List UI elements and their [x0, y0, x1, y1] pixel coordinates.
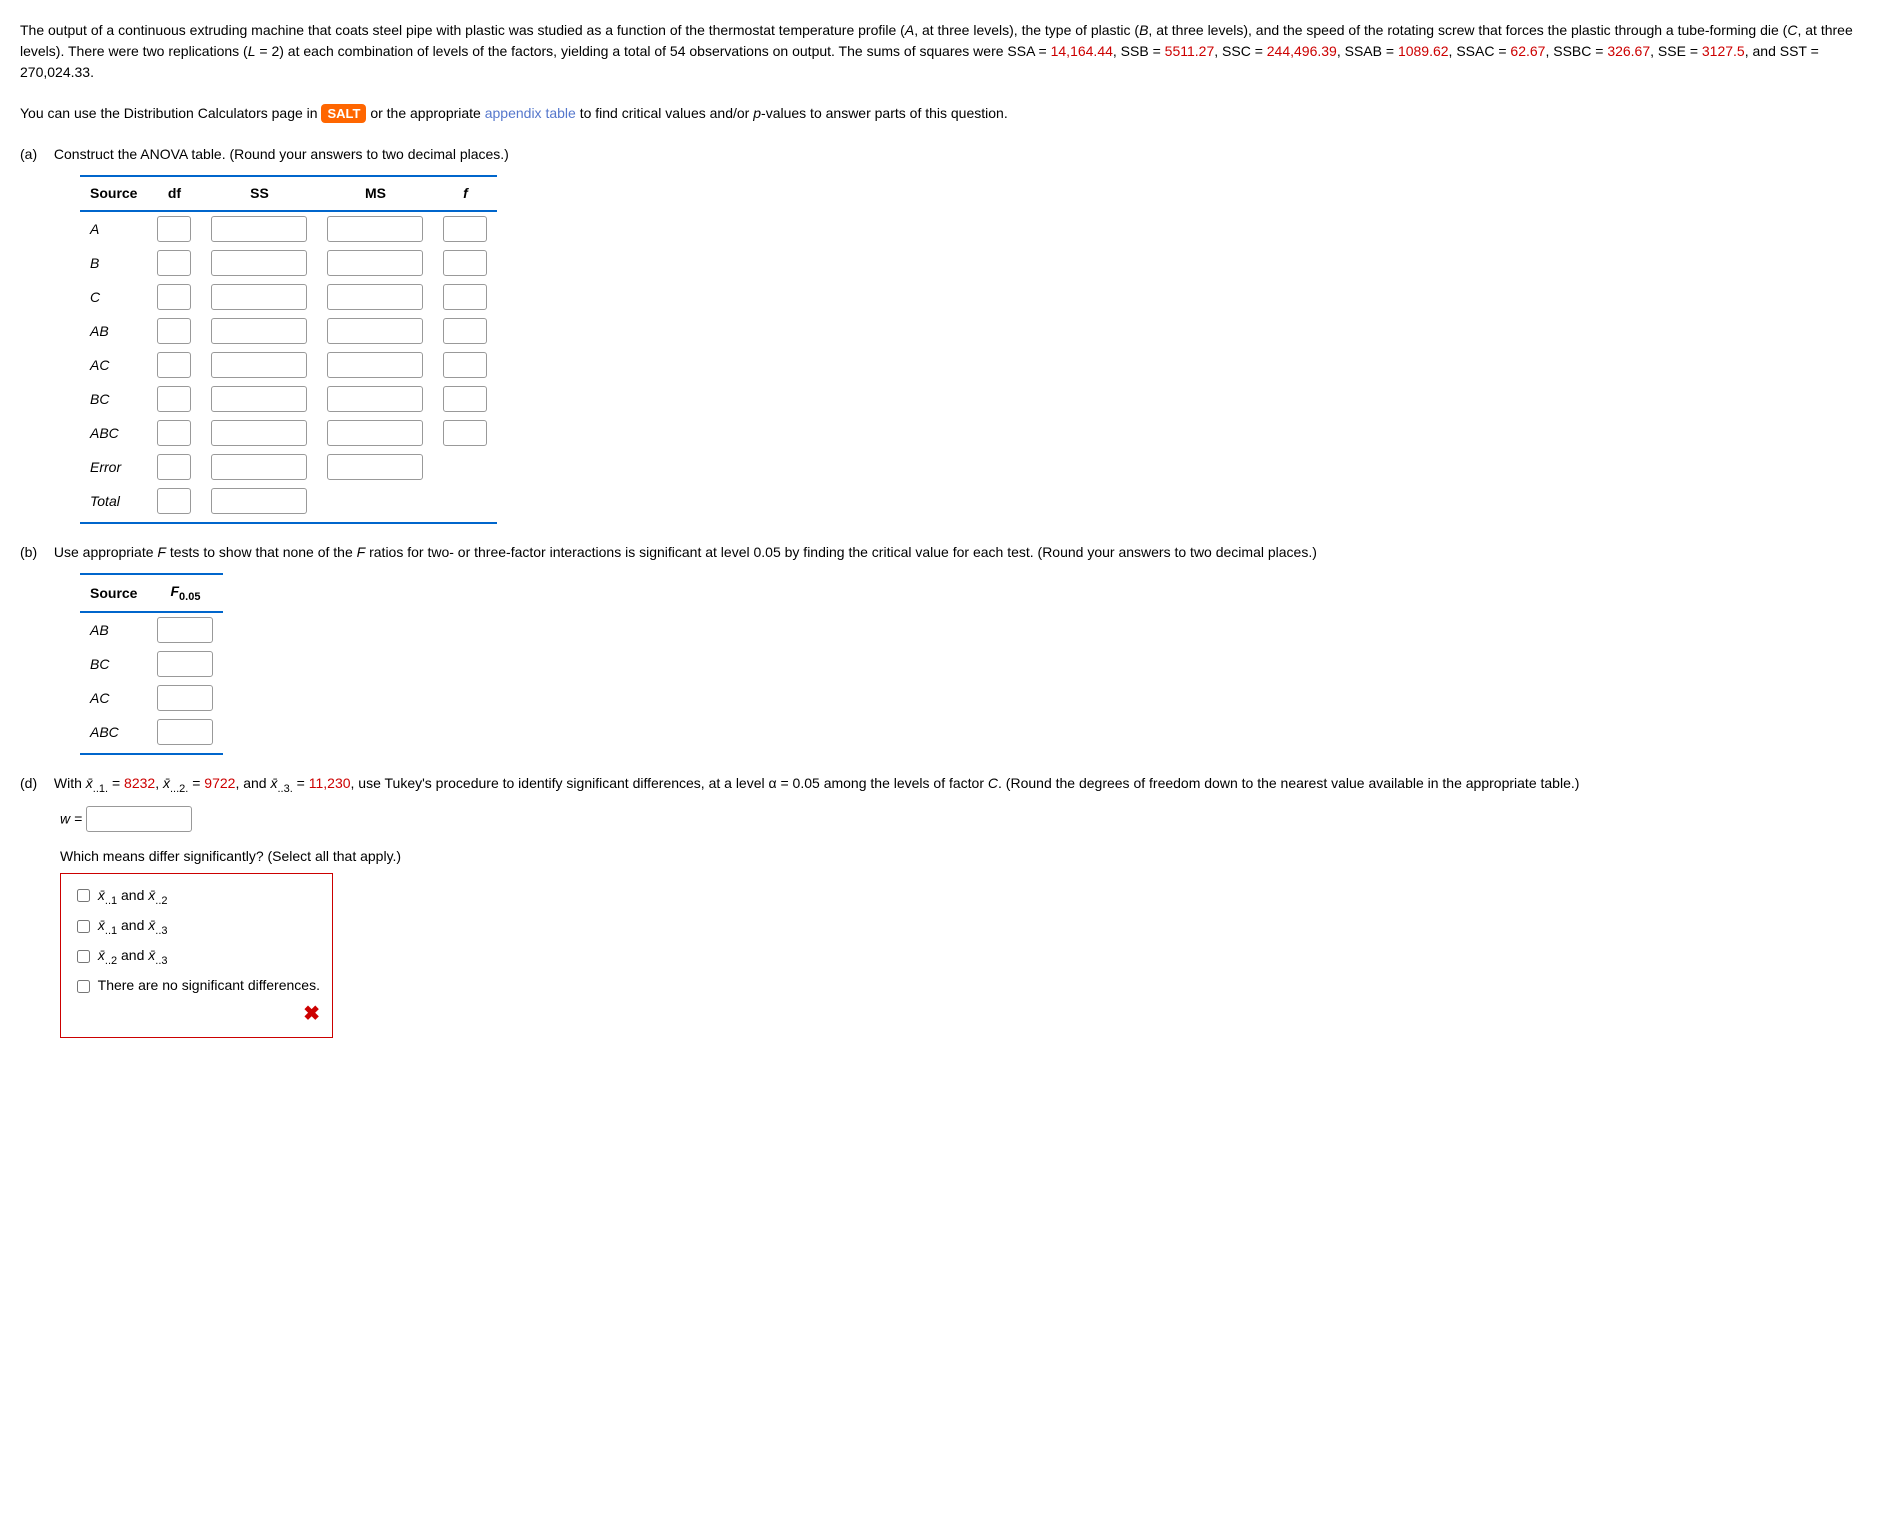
a-ms-Error[interactable]: [327, 454, 423, 480]
a-df-BC[interactable]: [157, 386, 191, 412]
a-ss-AB[interactable]: [211, 318, 307, 344]
checkbox-2[interactable]: [77, 920, 90, 933]
a-ms-C[interactable]: [327, 284, 423, 310]
a-f-ABC[interactable]: [443, 420, 487, 446]
w-input[interactable]: [86, 806, 192, 832]
wrong-icon: ✖: [73, 999, 320, 1029]
a-ms-AB[interactable]: [327, 318, 423, 344]
opt-3[interactable]: x̄..2 and x̄..3: [73, 942, 320, 972]
a-f-AC[interactable]: [443, 352, 487, 378]
checkbox-1[interactable]: [77, 889, 90, 902]
a-ss-B[interactable]: [211, 250, 307, 276]
a-ss-ABC[interactable]: [211, 420, 307, 446]
b-f05-AC[interactable]: [157, 685, 213, 711]
part-a: (a) Construct the ANOVA table. (Round yo…: [20, 144, 1858, 524]
a-ss-AC[interactable]: [211, 352, 307, 378]
a-df-Error[interactable]: [157, 454, 191, 480]
checkbox-group: x̄..1 and x̄..2 x̄..1 and x̄..3 x̄..2 an…: [60, 873, 333, 1039]
checkbox-3[interactable]: [77, 950, 90, 963]
which-label: Which means differ significantly? (Selec…: [60, 846, 1858, 867]
a-df-ABC[interactable]: [157, 420, 191, 446]
checkbox-4[interactable]: [77, 980, 90, 993]
anova-table-a: Source df SS MS f A B C AB AC BC ABC Err…: [80, 175, 497, 524]
part-d: (d) With x̄..1. = 8232, x̄...2. = 9722, …: [20, 773, 1858, 1038]
a-ss-A[interactable]: [211, 216, 307, 242]
a-ss-BC[interactable]: [211, 386, 307, 412]
b-f05-AB[interactable]: [157, 617, 213, 643]
a-ms-ABC[interactable]: [327, 420, 423, 446]
a-ss-C[interactable]: [211, 284, 307, 310]
b-f05-ABC[interactable]: [157, 719, 213, 745]
a-f-BC[interactable]: [443, 386, 487, 412]
opt-2[interactable]: x̄..1 and x̄..3: [73, 912, 320, 942]
a-df-C[interactable]: [157, 284, 191, 310]
opt-1[interactable]: x̄..1 and x̄..2: [73, 882, 320, 912]
a-ss-Error[interactable]: [211, 454, 307, 480]
anova-table-b: Source F0.05 AB BC AC ABC: [80, 573, 223, 755]
a-f-AB[interactable]: [443, 318, 487, 344]
a-f-B[interactable]: [443, 250, 487, 276]
opt-4[interactable]: There are no significant differences.: [73, 972, 320, 999]
a-df-Total[interactable]: [157, 488, 191, 514]
appendix-link[interactable]: appendix table: [485, 105, 576, 121]
w-label: w =: [60, 810, 86, 826]
a-ms-AC[interactable]: [327, 352, 423, 378]
a-ss-Total[interactable]: [211, 488, 307, 514]
problem-statement: The output of a continuous extruding mac…: [20, 20, 1858, 83]
a-f-C[interactable]: [443, 284, 487, 310]
a-ms-B[interactable]: [327, 250, 423, 276]
salt-badge[interactable]: SALT: [321, 104, 366, 123]
a-ms-A[interactable]: [327, 216, 423, 242]
a-df-B[interactable]: [157, 250, 191, 276]
a-df-AC[interactable]: [157, 352, 191, 378]
a-f-A[interactable]: [443, 216, 487, 242]
b-f05-BC[interactable]: [157, 651, 213, 677]
a-ms-BC[interactable]: [327, 386, 423, 412]
part-b: (b) Use appropriate F tests to show that…: [20, 542, 1858, 755]
a-df-AB[interactable]: [157, 318, 191, 344]
salt-line: You can use the Distribution Calculators…: [20, 103, 1858, 124]
a-df-A[interactable]: [157, 216, 191, 242]
